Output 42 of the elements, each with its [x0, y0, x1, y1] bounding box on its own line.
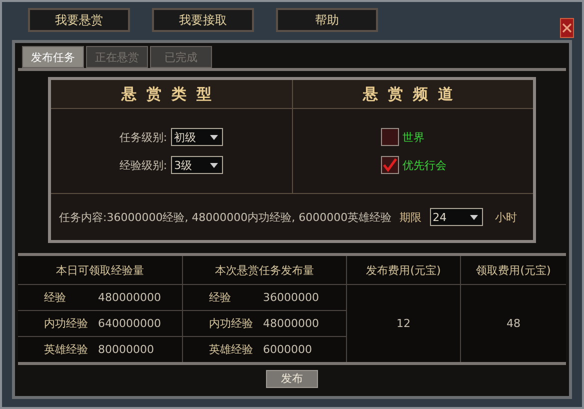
- exp-label: 内功经验: [44, 316, 89, 331]
- fee-value: 12: [396, 317, 410, 330]
- tab[interactable]: 发布任务: [22, 46, 84, 68]
- close-button[interactable]: [560, 18, 574, 38]
- deadline-dropdown[interactable]: 24: [430, 208, 483, 226]
- dropdown[interactable]: 初级: [171, 128, 224, 146]
- exp-value: 6000000: [263, 343, 312, 356]
- exp-label: 英雄经验: [44, 342, 89, 357]
- section-title: 悬赏频道: [292, 80, 533, 109]
- dropdown[interactable]: 3级: [171, 156, 224, 174]
- caret-icon: [210, 162, 218, 168]
- close-icon: [562, 23, 572, 33]
- field-label: 经验级别:: [119, 158, 168, 172]
- exp-label: 英雄经验: [209, 342, 254, 357]
- checkbox[interactable]: [380, 128, 398, 146]
- exp-value: 48000000: [263, 317, 319, 330]
- menu-button[interactable]: 帮助: [276, 8, 378, 32]
- field-label: 任务级别:: [119, 130, 168, 144]
- task-content-text: 任务内容:36000000经验, 48000000内功经验, 6000000英雄经验: [59, 210, 392, 224]
- checkbox-label: 世界: [402, 130, 424, 144]
- menu-button[interactable]: 我要接取: [152, 8, 254, 32]
- section-title: 悬赏类型: [51, 80, 292, 109]
- column-header: 领取费用(元宝): [476, 262, 551, 278]
- column-header: 发布费用(元宝): [366, 262, 441, 278]
- exp-label: 经验: [44, 290, 67, 305]
- exp-value: 640000000: [98, 317, 161, 330]
- deadline-label: 期限: [400, 210, 422, 224]
- exp-label: 内功经验: [209, 316, 254, 331]
- fee-value: 48: [506, 317, 520, 330]
- exp-value: 80000000: [98, 343, 154, 356]
- publish-button[interactable]: 发布: [266, 370, 318, 388]
- checkbox[interactable]: [380, 156, 398, 174]
- caret-icon: [470, 214, 478, 220]
- column-header: 本日可领取经验量: [56, 262, 144, 278]
- exp-value: 36000000: [263, 291, 319, 304]
- exp-value: 480000000: [98, 291, 161, 304]
- unit-label: 小时: [495, 210, 517, 224]
- column-header: 本次悬赏任务发布量: [215, 262, 314, 278]
- exp-label: 经验: [209, 290, 232, 305]
- checkbox-label: 优先行会: [402, 158, 446, 172]
- menu-button[interactable]: 我要悬赏: [28, 8, 130, 32]
- caret-icon: [210, 134, 218, 140]
